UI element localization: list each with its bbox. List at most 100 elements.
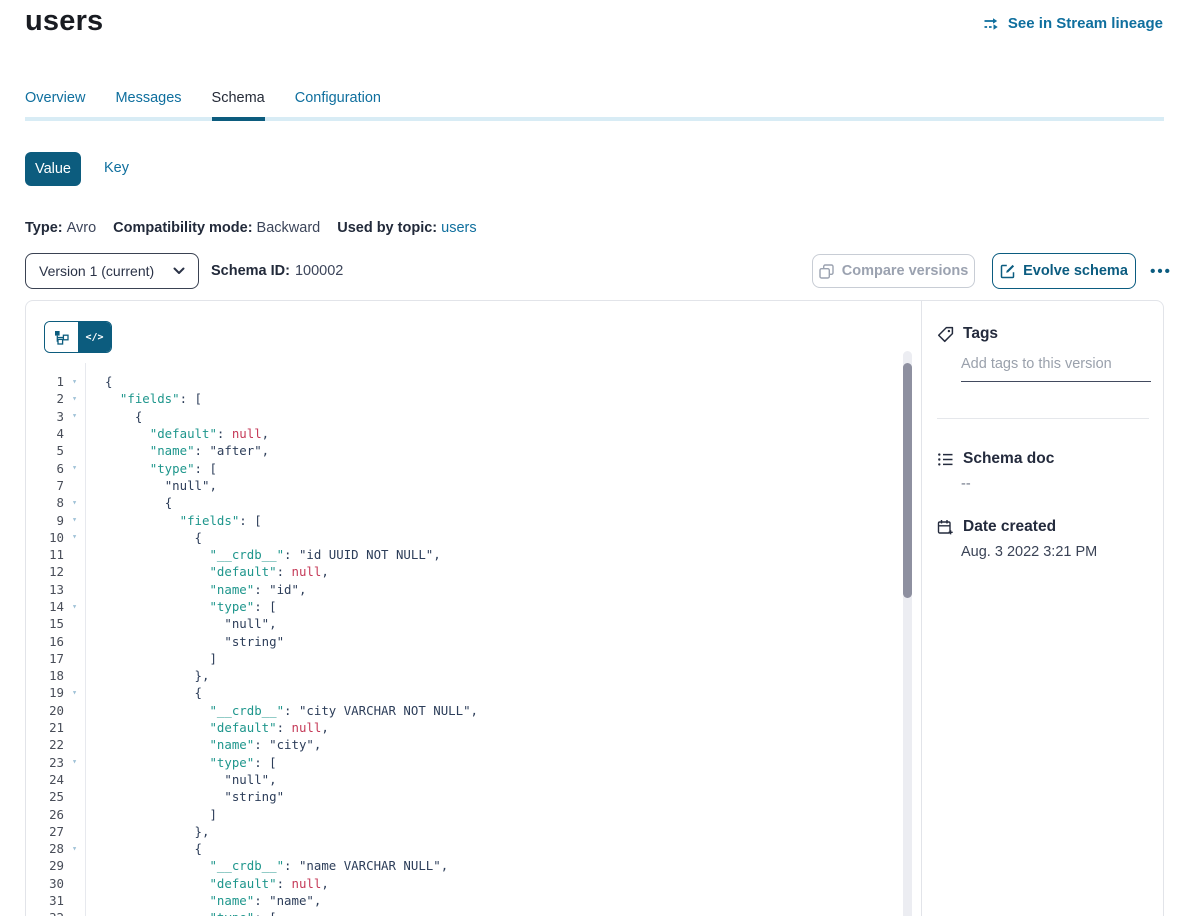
- schema-id: Schema ID: 100002: [211, 253, 343, 289]
- tag-icon: [937, 326, 954, 343]
- code-text: "string": [85, 634, 284, 649]
- schema-sidebar: Tags Schema doc --: [921, 301, 1163, 916]
- schema-id-label: Schema ID:: [211, 263, 290, 279]
- line-number: 29: [26, 858, 64, 873]
- tab-configuration[interactable]: Configuration: [295, 90, 381, 106]
- compare-versions-button[interactable]: Compare versions: [812, 254, 975, 288]
- fold-arrow-icon[interactable]: ▾: [64, 757, 85, 767]
- code-text: "type": [: [85, 599, 277, 614]
- line-number: 11: [26, 547, 64, 562]
- code-text: "fields": [: [85, 513, 262, 528]
- line-number: 28: [26, 841, 64, 856]
- line-number: 17: [26, 651, 64, 666]
- tags-section-heading: Tags: [937, 325, 998, 343]
- editor-view-toggle: </>: [44, 321, 112, 353]
- code-text: "name": "id",: [85, 582, 306, 597]
- fold-arrow-icon[interactable]: ▾: [64, 463, 85, 473]
- fold-arrow-icon[interactable]: ▾: [64, 515, 85, 525]
- code-text: "__crdb__": "name VARCHAR NULL",: [85, 858, 448, 873]
- schema-id-value: 100002: [295, 263, 343, 279]
- code-text: "name": "after",: [85, 443, 269, 458]
- schema-doc-heading-label: Schema doc: [963, 450, 1054, 468]
- line-number: 3: [26, 409, 64, 424]
- tree-view-button[interactable]: [45, 322, 78, 352]
- line-number: 24: [26, 772, 64, 787]
- line-number: 23: [26, 755, 64, 770]
- code-text: "null",: [85, 616, 277, 631]
- code-text: {: [85, 409, 142, 424]
- code-text: "name": "name",: [85, 893, 321, 908]
- add-tags-input[interactable]: [961, 356, 1151, 382]
- date-created-heading: Date created: [937, 518, 1056, 536]
- line-number: 1: [26, 374, 64, 389]
- line-number: 19: [26, 685, 64, 700]
- compatibility-label: Compatibility mode:: [113, 220, 252, 236]
- line-number: 20: [26, 703, 64, 718]
- line-number: 27: [26, 824, 64, 839]
- fold-arrow-icon[interactable]: ▾: [64, 498, 85, 508]
- value-toggle-button[interactable]: Value: [25, 152, 81, 186]
- tab-messages[interactable]: Messages: [115, 90, 181, 106]
- line-number: 7: [26, 478, 64, 493]
- line-number: 10: [26, 530, 64, 545]
- tab-overview[interactable]: Overview: [25, 90, 85, 106]
- fold-arrow-icon[interactable]: ▾: [64, 602, 85, 612]
- date-created-value: Aug. 3 2022 3:21 PM: [961, 544, 1097, 560]
- key-toggle-link[interactable]: Key: [104, 160, 129, 176]
- date-created-heading-label: Date created: [963, 518, 1056, 536]
- fold-arrow-icon[interactable]: ▾: [64, 394, 85, 404]
- line-number: 2: [26, 391, 64, 406]
- sidebar-divider: [937, 418, 1149, 419]
- schema-page: users See in Stream lineage Overview Mes…: [0, 0, 1189, 916]
- code-text: "name": "city",: [85, 737, 321, 752]
- line-number: 14: [26, 599, 64, 614]
- used-by-topic-label: Used by topic:: [337, 220, 437, 236]
- line-number: 12: [26, 564, 64, 579]
- code-text: },: [85, 824, 209, 839]
- line-number: 21: [26, 720, 64, 735]
- fold-arrow-icon[interactable]: ▾: [64, 411, 85, 421]
- code-text: "default": null,: [85, 876, 329, 891]
- fold-arrow-icon[interactable]: ▾: [64, 688, 85, 698]
- topic-link[interactable]: users: [441, 220, 476, 236]
- code-text: {: [85, 530, 202, 545]
- evolve-schema-button[interactable]: Evolve schema: [992, 253, 1136, 289]
- code-text: "__crdb__": "city VARCHAR NOT NULL",: [85, 703, 478, 718]
- fold-arrow-icon[interactable]: ▾: [64, 377, 85, 387]
- schema-doc-value: --: [961, 476, 971, 492]
- code-text: },: [85, 668, 209, 683]
- code-text: ]: [85, 807, 217, 822]
- compare-icon: [819, 264, 834, 279]
- version-select[interactable]: Version 1 (current): [25, 253, 199, 289]
- line-number: 6: [26, 461, 64, 476]
- page-title: users: [25, 5, 103, 38]
- code-text: {: [85, 495, 172, 510]
- line-number: 25: [26, 789, 64, 804]
- stream-lineage-link[interactable]: See in Stream lineage: [983, 15, 1163, 32]
- tab-bar: Overview Messages Schema Configuration: [25, 90, 381, 106]
- line-number: 9: [26, 513, 64, 528]
- compare-versions-label: Compare versions: [842, 263, 969, 279]
- calendar-icon: [937, 519, 954, 536]
- code-text: "default": null,: [85, 720, 329, 735]
- code-text: {: [85, 685, 202, 700]
- editor-scrollbar[interactable]: [903, 351, 912, 916]
- code-text: "string": [85, 789, 284, 804]
- schema-type: Type:Avro: [25, 220, 96, 236]
- tab-schema[interactable]: Schema: [212, 90, 265, 106]
- more-options-button[interactable]: •••: [1143, 253, 1179, 289]
- code-text: "default": null,: [85, 564, 329, 579]
- schema-meta-row: Type:Avro Compatibility mode:Backward Us…: [25, 220, 477, 236]
- code-view-button[interactable]: </>: [78, 322, 111, 352]
- list-icon: [937, 451, 954, 468]
- tab-underline-strip: [25, 117, 1164, 121]
- line-number: 32: [26, 910, 64, 916]
- fold-arrow-icon[interactable]: ▾: [64, 844, 85, 854]
- editor-scrollbar-thumb[interactable]: [903, 363, 912, 598]
- fold-arrow-icon[interactable]: ▾: [64, 532, 85, 542]
- ellipsis-icon: •••: [1150, 263, 1172, 280]
- line-number: 16: [26, 634, 64, 649]
- evolve-schema-label: Evolve schema: [1023, 263, 1128, 279]
- code-text: {: [85, 841, 202, 856]
- schema-type-label: Type:: [25, 220, 63, 236]
